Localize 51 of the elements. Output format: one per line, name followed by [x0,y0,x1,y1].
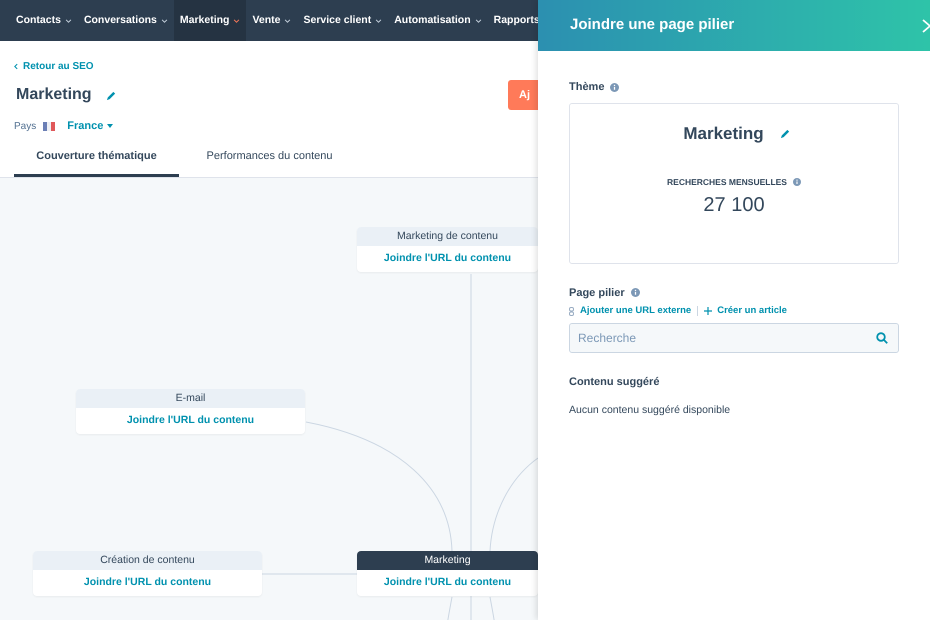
close-icon[interactable] [922,18,930,32]
nav-menu-item[interactable]: Rapports [488,0,540,41]
caret-icon [64,18,72,22]
flag-icon [43,122,56,131]
country-label: Pays [14,120,36,134]
metric-value: 27 100 [703,192,765,218]
topic-title: E-mail [76,389,305,408]
topic-title: Création de contenu [33,551,262,570]
nav-menu-item[interactable]: Automatisation [388,0,488,41]
plus-icon [704,307,712,316]
pillar-page-label: Page pilier [569,286,625,300]
info-icon[interactable] [792,178,801,186]
nav-menu-item[interactable]: Conversations [78,0,174,41]
suggested-content-label: Contenu suggéré [569,375,660,390]
caret-icon [375,18,382,22]
back-link[interactable]: Retour au SEO [14,59,94,74]
country-dropdown[interactable]: France [67,118,114,134]
search-icon[interactable] [876,332,888,344]
topic-title: Marketing de contenu [357,227,538,246]
nav-menu-item[interactable]: Vente [246,0,298,41]
empty-message: Aucun contenu suggéré disponible [569,402,732,418]
nav-menu-item[interactable]: Service client [297,0,388,41]
caret-icon [160,18,168,22]
caret-icon [474,18,482,22]
page-title: Marketing [16,85,92,105]
connector-line [446,596,452,620]
info-icon[interactable] [630,288,640,298]
theme-name: Marketing [683,122,764,145]
search-field[interactable]: Recherche [569,323,899,354]
topic-title: Marketing [357,551,538,570]
link-icon [569,306,574,316]
nav-menu-item[interactable]: Marketing [174,0,246,41]
create-article-link[interactable]: Créer un article [717,304,787,318]
tab[interactable]: Performances du contenu [187,146,352,177]
metric-label: RECHERCHES MENSUELLES [667,176,787,189]
connector-line [490,596,496,620]
panel-title: Joindre une page pilier [570,15,734,36]
caret-icon [233,18,240,22]
theme-label: Thème [569,80,604,95]
pencil-icon[interactable] [106,90,117,100]
pencil-icon[interactable] [780,128,791,139]
add-external-url-link[interactable]: Ajouter une URL externe [580,304,692,318]
attach-url-link[interactable]: Joindre l'URL du contenu [357,246,538,272]
info-icon[interactable] [610,82,620,92]
caret-icon [107,124,114,128]
nav-menu-item[interactable]: Contacts [10,0,78,41]
caret-icon [284,18,292,22]
attach-url-link[interactable]: Joindre l'URL du contenu [357,570,538,596]
chevron-left-icon [14,63,18,70]
attach-url-link[interactable]: Joindre l'URL du contenu [76,408,305,434]
attach-url-link[interactable]: Joindre l'URL du contenu [33,570,262,596]
